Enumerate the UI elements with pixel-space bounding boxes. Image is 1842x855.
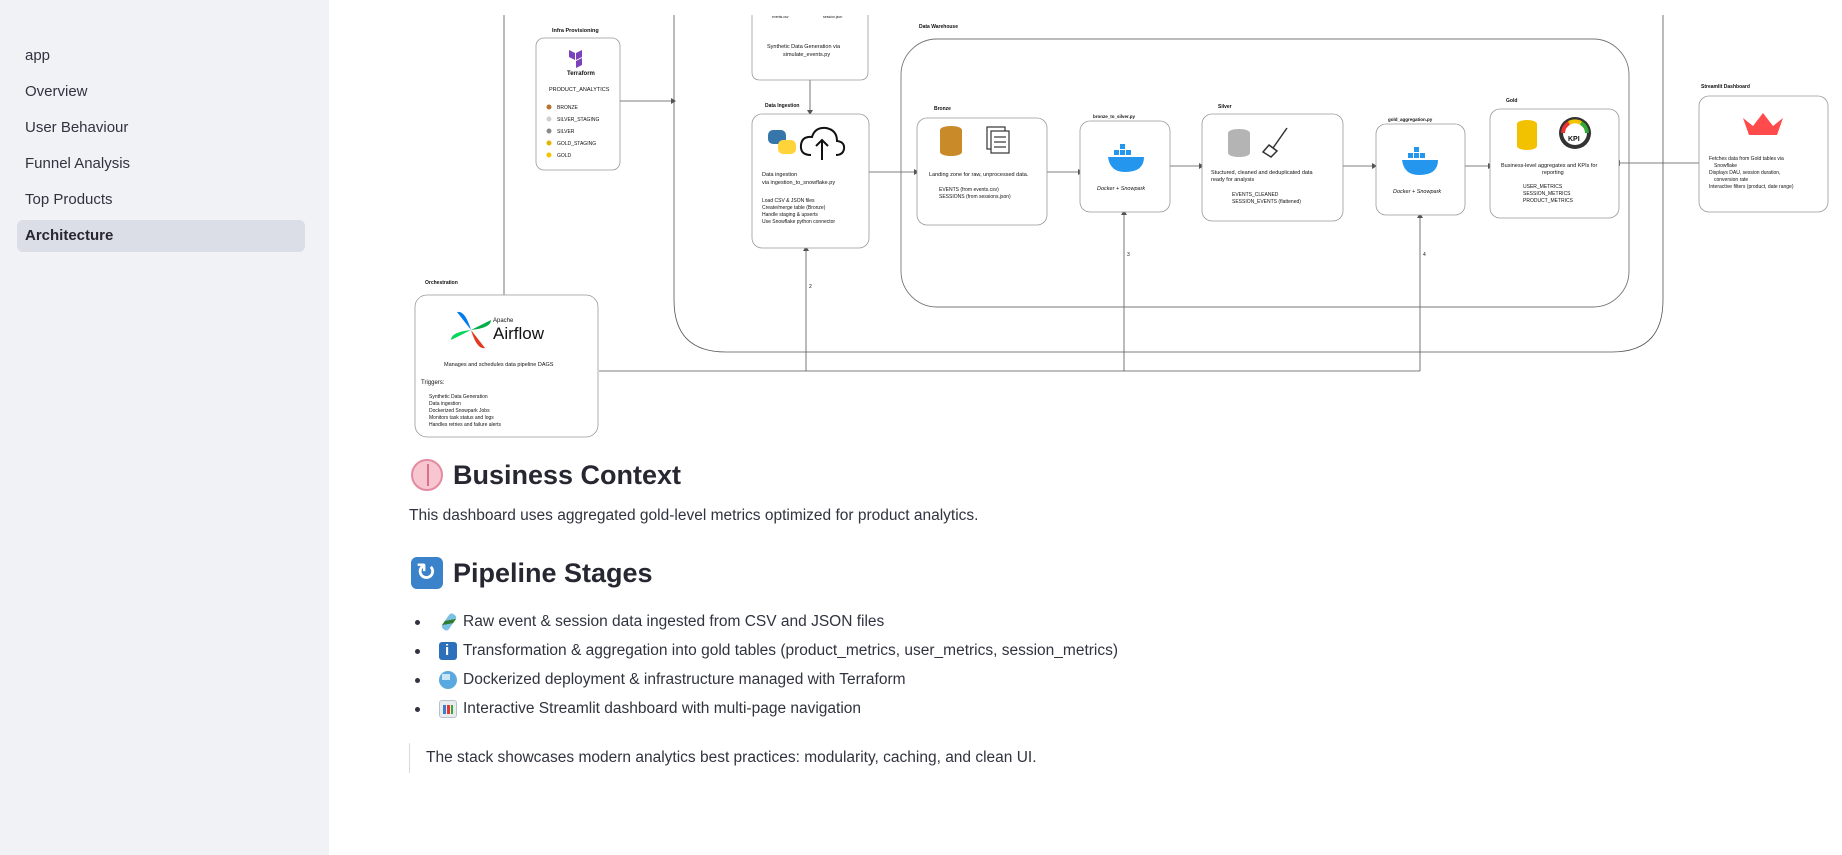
svg-text:Terraform: Terraform bbox=[567, 71, 595, 77]
brain-icon bbox=[411, 459, 443, 491]
svg-text:Silver: Silver bbox=[1218, 104, 1232, 110]
svg-text:Snowflake: Snowflake bbox=[1714, 163, 1737, 169]
svg-text:PRODUCT_METRICS: PRODUCT_METRICS bbox=[1523, 198, 1574, 204]
bronze-database-icon bbox=[940, 126, 962, 156]
svg-text:reporting: reporting bbox=[1542, 170, 1564, 176]
svg-text:SILVER: SILVER bbox=[557, 129, 575, 135]
svg-text:Triggers:: Triggers: bbox=[421, 380, 445, 386]
sidebar-item-overview[interactable]: Overview bbox=[17, 76, 305, 108]
svg-text:SESSIONS (from sessions.json): SESSIONS (from sessions.json) bbox=[939, 194, 1011, 200]
svg-text:4: 4 bbox=[1423, 252, 1426, 258]
silver-database-icon bbox=[1228, 129, 1250, 157]
svg-text:Data Warehouse: Data Warehouse bbox=[919, 24, 958, 30]
summary-quote: The stack showcases modern analytics bes… bbox=[409, 743, 1709, 773]
svg-text:Dockerized Snowpark Jobs: Dockerized Snowpark Jobs bbox=[429, 408, 490, 414]
svg-text:Monitors task status and logs: Monitors task status and logs bbox=[429, 415, 494, 421]
sidebar-item-top-products[interactable]: Top Products bbox=[17, 184, 305, 216]
business-context-text: This dashboard uses aggregated gold-leve… bbox=[409, 507, 979, 524]
architecture-diagram: 2 3 4 Data Warehouse Infra Provisioning … bbox=[329, 0, 1842, 445]
svg-text:simulate_events.py: simulate_events.py bbox=[783, 52, 830, 58]
docker-whale-icon bbox=[439, 671, 457, 689]
svg-text:Handles retries and failure al: Handles retries and failure alerts bbox=[429, 422, 501, 428]
svg-text:SESSION_EVENTS (flattened): SESSION_EVENTS (flattened) bbox=[1232, 199, 1301, 205]
svg-text:Interactive filters (product,: Interactive filters (product, date range… bbox=[1709, 184, 1794, 190]
sidebar-item-user-behaviour[interactable]: User Behaviour bbox=[17, 112, 305, 144]
svg-text:USER_METRICS: USER_METRICS bbox=[1523, 184, 1563, 190]
bar-chart-icon bbox=[439, 700, 457, 718]
svg-text:Data ingestion: Data ingestion bbox=[762, 172, 797, 178]
list-item: Dockerized deployment & infrastructure m… bbox=[409, 665, 1709, 694]
svg-text:Data ingestion: Data ingestion bbox=[429, 401, 461, 407]
sidebar-item-funnel-analysis[interactable]: Funnel Analysis bbox=[17, 148, 305, 180]
content-body: Business Context This dashboard uses agg… bbox=[409, 455, 1709, 773]
svg-text:3: 3 bbox=[1127, 252, 1130, 258]
svg-text:Business-level aggregates and: Business-level aggregates and KPIs for bbox=[1501, 163, 1597, 169]
business-context-heading: Business Context bbox=[409, 455, 1709, 495]
svg-text:GOLD: GOLD bbox=[557, 153, 572, 159]
pipeline-stages-list: Raw event & session data ingested from C… bbox=[409, 607, 1709, 723]
svg-text:Gold: Gold bbox=[1506, 98, 1517, 104]
svg-text:Data Ingestion: Data Ingestion bbox=[765, 103, 799, 109]
sidebar: app Overview User Behaviour Funnel Analy… bbox=[0, 0, 329, 855]
svg-text:Displays DAU, session duration: Displays DAU, session duration, bbox=[1709, 170, 1780, 176]
svg-text:bronze_to_silver.py: bronze_to_silver.py bbox=[1093, 114, 1136, 119]
svg-text:EVENTS_CLEANED: EVENTS_CLEANED bbox=[1232, 192, 1279, 198]
main-content: 2 3 4 Data Warehouse Infra Provisioning … bbox=[329, 0, 1842, 855]
kpi-gauge-icon: KPI bbox=[1559, 117, 1591, 149]
svg-text:Streamlit Dashboard: Streamlit Dashboard bbox=[1701, 84, 1750, 90]
svg-text:Stuctured, cleaned and dedupli: Stuctured, cleaned and deduplicated data bbox=[1211, 170, 1313, 176]
svg-text:Create/merge table (Bronze): Create/merge table (Bronze) bbox=[762, 205, 826, 211]
list-item: Raw event & session data ingested from C… bbox=[409, 607, 1709, 636]
gold-database-icon bbox=[1517, 120, 1537, 150]
svg-text:ready for analysis: ready for analysis bbox=[1211, 177, 1254, 183]
svg-text:Bronze: Bronze bbox=[934, 106, 951, 112]
list-item: Interactive Streamlit dashboard with mul… bbox=[409, 694, 1709, 723]
svg-text:via ingestion_to_snowflake.py: via ingestion_to_snowflake.py bbox=[762, 180, 835, 186]
refresh-icon bbox=[411, 557, 443, 589]
info-icon bbox=[439, 636, 457, 665]
svg-text:Manages and schedules data pip: Manages and schedules data pipeline DAGS bbox=[444, 362, 554, 368]
svg-text:KPI: KPI bbox=[1568, 136, 1580, 143]
svg-text:Docker + Snowpark: Docker + Snowpark bbox=[1097, 186, 1145, 192]
pipeline-stages-title: Pipeline Stages bbox=[453, 557, 653, 588]
svg-text:BRONZE: BRONZE bbox=[557, 105, 579, 111]
test-tube-icon bbox=[440, 612, 458, 632]
svg-text:Landing zone for raw, unproces: Landing zone for raw, unprocessed data. bbox=[929, 172, 1029, 178]
svg-text:Handle staging & upserts: Handle staging & upserts bbox=[762, 212, 818, 218]
svg-text:SESSION_METRICS: SESSION_METRICS bbox=[1523, 191, 1571, 197]
svg-text:Use Snowflake python connector: Use Snowflake python connector bbox=[762, 219, 835, 225]
pipeline-stages-heading: Pipeline Stages bbox=[409, 553, 1709, 593]
business-context-title: Business Context bbox=[453, 459, 682, 490]
svg-text:Fetches data from Gold tables: Fetches data from Gold tables via bbox=[1709, 156, 1784, 162]
svg-text:Docker + Snowpark: Docker + Snowpark bbox=[1393, 189, 1441, 195]
sidebar-nav: app Overview User Behaviour Funnel Analy… bbox=[17, 40, 305, 256]
svg-text:gold_aggregation.py: gold_aggregation.py bbox=[1388, 117, 1433, 122]
svg-text:2: 2 bbox=[809, 284, 812, 290]
svg-text:session.json: session.json bbox=[823, 15, 842, 19]
svg-text:events.csv: events.csv bbox=[772, 15, 789, 19]
sidebar-item-architecture[interactable]: Architecture bbox=[17, 220, 305, 252]
sidebar-item-app[interactable]: app bbox=[17, 40, 305, 72]
svg-text:GOLD_STAGING: GOLD_STAGING bbox=[557, 141, 596, 147]
svg-text:Synthetic Data Generation: Synthetic Data Generation bbox=[429, 394, 488, 400]
svg-text:Infra Provisioning: Infra Provisioning bbox=[552, 28, 599, 34]
svg-text:SILVER_STAGING: SILVER_STAGING bbox=[557, 117, 599, 123]
svg-text:PRODUCT_ANALYTICS: PRODUCT_ANALYTICS bbox=[549, 87, 610, 93]
svg-text:conversion rate: conversion rate bbox=[1714, 177, 1748, 183]
svg-text:Orchestration: Orchestration bbox=[425, 280, 458, 286]
svg-text:Load CSV & JSON files: Load CSV & JSON files bbox=[762, 198, 815, 204]
svg-text:Synthetic Data Generation via: Synthetic Data Generation via bbox=[767, 44, 841, 50]
svg-text:Airflow: Airflow bbox=[493, 324, 545, 343]
list-item: Transformation & aggregation into gold t… bbox=[409, 636, 1709, 665]
svg-text:EVENTS (from events.csv): EVENTS (from events.csv) bbox=[939, 187, 999, 193]
